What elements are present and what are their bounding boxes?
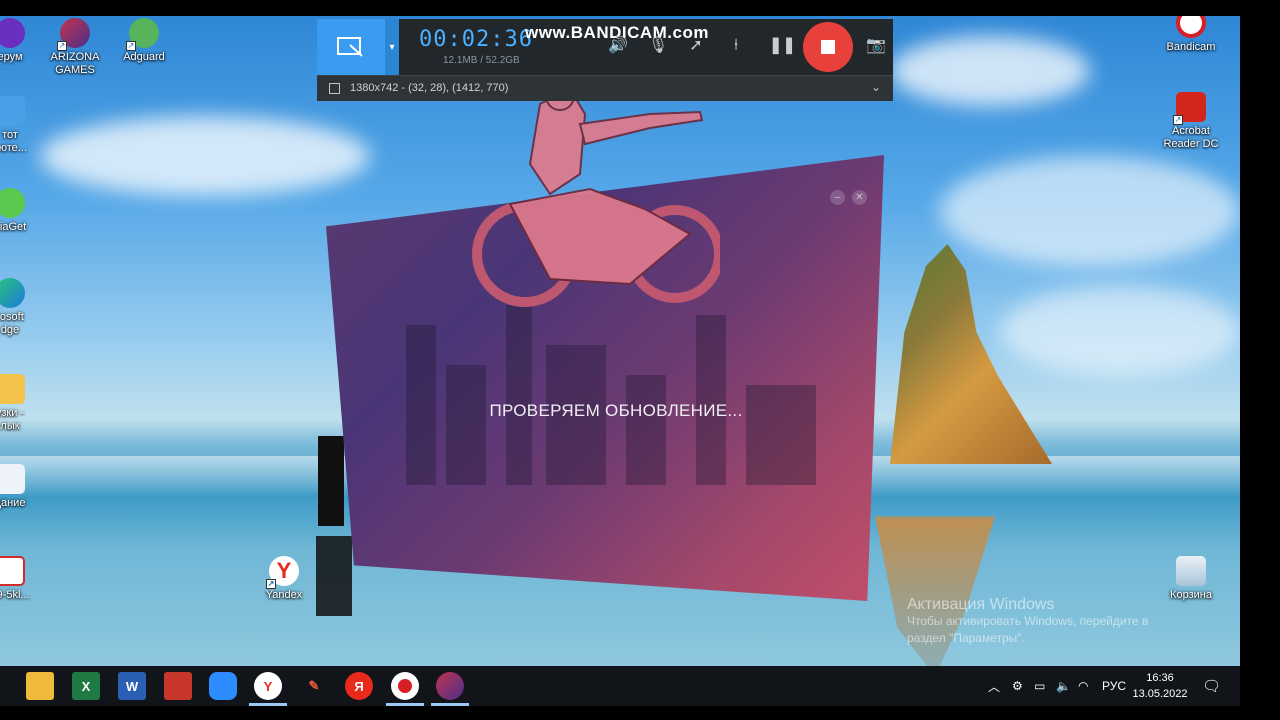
- edge-icon: [0, 278, 25, 308]
- wifi-icon[interactable]: ◠: [1078, 666, 1088, 706]
- activation-line2: раздел "Параметры".: [907, 631, 1025, 645]
- volume-icon[interactable]: 🔈: [1056, 666, 1071, 706]
- desktop-background: ерум ↗ ARIZONA GAMES ↗ Adguard тот ьюте.…: [0, 16, 1240, 666]
- desktop-icon-label: дание: [0, 497, 26, 509]
- recycle-bin-icon: [1176, 556, 1206, 586]
- pdf-icon: [0, 556, 25, 586]
- yandex-browser-icon[interactable]: Y: [254, 672, 282, 700]
- desktop-icon-label: Acrobat Reader DC: [1163, 125, 1219, 150]
- desktop-icon-arizona-games[interactable]: ↗ ARIZONA GAMES: [37, 18, 113, 77]
- mediaget-icon: [0, 188, 25, 218]
- stop-record-button[interactable]: [803, 22, 853, 72]
- app-red-icon[interactable]: [164, 672, 192, 700]
- tray-chevron-icon[interactable]: ︿: [988, 666, 1000, 706]
- active-app-indicator: [386, 703, 424, 706]
- select-area-button[interactable]: [317, 19, 385, 75]
- bandicam-top-bar: ▾ 00:02:36 12.1MB / 52.2GB www.BANDICAM.…: [317, 19, 893, 75]
- bandicam-icon: [1176, 16, 1206, 38]
- minimize-button[interactable]: –: [830, 190, 845, 205]
- file-size: 12.1MB / 52.2GB: [443, 55, 520, 66]
- file-explorer-icon[interactable]: [26, 672, 54, 700]
- bandicam-resolution-bar: 1380x742 - (32, 28), (1412, 770) ⌄: [317, 75, 893, 101]
- desktop-icon-yandex[interactable]: Y ↗ Yandex: [246, 556, 322, 602]
- webcam-icon[interactable]: ⍿: [725, 35, 747, 57]
- desktop-icon-label: Adguard: [123, 51, 165, 63]
- forum-icon: [0, 18, 25, 48]
- area-checkbox[interactable]: [329, 83, 340, 94]
- cursor-icon[interactable]: ➚: [685, 35, 707, 57]
- notifications-icon[interactable]: 🗨: [1202, 666, 1221, 706]
- excel-icon[interactable]: X: [72, 672, 100, 700]
- stop-icon: [821, 40, 835, 54]
- app-paint-icon[interactable]: ✎: [300, 672, 328, 700]
- adguard-icon: ↗: [126, 18, 159, 51]
- document-icon: [0, 464, 25, 494]
- bandicam-icon[interactable]: [391, 672, 419, 700]
- activation-line1: Чтобы активировать Windows, перейдите в: [907, 614, 1149, 628]
- runner-reflection: [316, 536, 352, 616]
- downloads-folder-icon: [0, 374, 25, 404]
- arizona-launcher-icon[interactable]: [436, 672, 464, 700]
- cloud: [40, 116, 370, 196]
- cloud: [1000, 286, 1240, 376]
- mode-dropdown-button[interactable]: ▾: [385, 19, 399, 75]
- cloud: [940, 156, 1240, 266]
- speaker-icon[interactable]: 🔊: [607, 35, 629, 57]
- yandex-icon[interactable]: Я: [345, 672, 373, 700]
- desktop-icon-document[interactable]: дание: [0, 464, 48, 510]
- taskbar: X W Y ✎ Я ︿ ⚙ ▭ 🔈 ◠ РУС 16:36 13.05.2022…: [0, 666, 1240, 706]
- desktop-icon-label: тот ьюте...: [0, 129, 27, 154]
- runner-silhouette: [318, 436, 344, 526]
- desktop-icon-recycle-bin[interactable]: Корзина: [1153, 556, 1229, 602]
- arizona-games-icon: ↗: [57, 18, 90, 51]
- chevron-down-icon[interactable]: ⌄: [871, 80, 881, 94]
- clock-date: 13.05.2022: [1132, 688, 1188, 700]
- cloud: [890, 36, 1090, 106]
- battery-icon[interactable]: ▭: [1034, 666, 1045, 706]
- select-area-icon: [337, 37, 363, 57]
- acrobat-icon: ↗: [1173, 92, 1206, 125]
- desktop-icon-pdf[interactable]: 19-5kl...: [0, 556, 48, 602]
- desktop-icon-label: rosoft dge: [0, 311, 24, 336]
- activation-title: Активация Windows: [907, 596, 1055, 613]
- zoom-icon[interactable]: [209, 672, 237, 700]
- desktop-icon-label: Bandicam: [1166, 41, 1216, 53]
- clock[interactable]: 16:36 13.05.2022: [1132, 670, 1188, 702]
- desktop-icon-label: ARIZONA GAMES: [50, 51, 100, 76]
- desktop-icon-label: Yandex: [265, 589, 303, 601]
- close-button[interactable]: ✕: [852, 190, 867, 205]
- desktop-icon-bandicam[interactable]: Bandicam: [1153, 16, 1229, 54]
- desktop-icon-acrobat[interactable]: ↗ Acrobat Reader DC: [1153, 92, 1229, 151]
- desktop-icon-label: узки - лык: [0, 407, 25, 432]
- desktop-icon-label: diaGet: [0, 221, 27, 233]
- desktop-icon-label: 19-5kl...: [0, 589, 30, 601]
- active-app-indicator: [431, 703, 469, 706]
- camera-icon[interactable]: 📷: [865, 35, 887, 57]
- desktop-icon-adguard[interactable]: ↗ Adguard: [106, 18, 182, 64]
- desktop-icon-this-pc[interactable]: тот ьюте...: [0, 96, 48, 155]
- bandicam-toolbar[interactable]: ▾ 00:02:36 12.1MB / 52.2GB www.BANDICAM.…: [317, 19, 893, 101]
- clock-time: 16:36: [1146, 672, 1174, 684]
- windows-activation-watermark: Активация Windows Чтобы активировать Win…: [907, 596, 1148, 647]
- mic-icon[interactable]: 🎙: [647, 35, 669, 57]
- pause-icon[interactable]: ❚❚: [769, 35, 796, 57]
- update-status-text: ПРОВЕРЯЕМ ОБНОВЛЕНИЕ...: [489, 401, 743, 420]
- desktop-icon-mediaget[interactable]: diaGet: [0, 188, 48, 234]
- desktop-icon-label: Корзина: [1170, 589, 1212, 601]
- computer-icon: [0, 96, 25, 126]
- biker-illustration: [472, 84, 720, 307]
- desktop-icon-edge[interactable]: rosoft dge: [0, 278, 48, 337]
- word-icon[interactable]: W: [118, 672, 146, 700]
- language-indicator[interactable]: РУС: [1102, 666, 1126, 706]
- tray-app-icon[interactable]: ⚙: [1012, 666, 1023, 706]
- desktop-icon-downloads[interactable]: узки - лык: [0, 374, 48, 433]
- recording-timer: 00:02:36: [419, 27, 533, 52]
- active-app-indicator: [249, 703, 287, 706]
- resolution-text: 1380x742 - (32, 28), (1412, 770): [350, 82, 509, 94]
- letterbox-bar: [1240, 0, 1280, 720]
- yandex-icon: Y ↗: [266, 556, 299, 589]
